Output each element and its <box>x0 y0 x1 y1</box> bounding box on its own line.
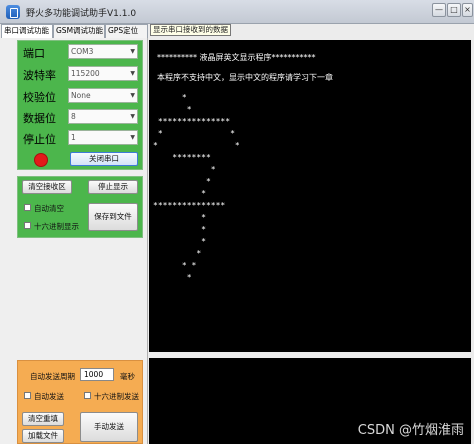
ascii-art-line: * <box>153 177 211 186</box>
chevron-down-icon: ▼ <box>130 113 135 120</box>
close-window-button[interactable]: × <box>462 3 473 17</box>
tab-serial-debug[interactable]: 串口调试功能 <box>1 24 53 39</box>
data-bits-select[interactable]: 8 ▼ <box>68 109 138 124</box>
stop-bits-value: 1 <box>71 133 76 142</box>
tab-gps[interactable]: GPS定位 <box>105 24 148 38</box>
port-label: 端口 <box>23 47 45 60</box>
ascii-art-line: ******** <box>153 153 211 162</box>
auto-clear-label: 自动清空 <box>34 204 64 213</box>
ascii-art-line: * <box>153 225 206 234</box>
ascii-art-line: * <box>153 273 192 282</box>
parity-select[interactable]: None ▼ <box>68 88 138 103</box>
port-select[interactable]: COM3 ▼ <box>68 44 138 59</box>
hex-display-label: 十六进制显示 <box>34 222 79 231</box>
ascii-art-line: * * <box>153 129 235 138</box>
stop-bits-label: 停止位 <box>23 133 56 146</box>
auto-send-period-label: 自动发送周期 <box>30 372 75 381</box>
tab-strip: 串口调试功能 GSM调试功能 GPS定位 <box>0 24 148 39</box>
port-value: COM3 <box>71 47 94 56</box>
receive-area-tooltip: 显示串口接收到的数据 <box>150 24 231 36</box>
hex-send-label: 十六进制发送 <box>94 392 139 401</box>
receive-terminal[interactable]: ********** 液晶屏英文显示程序*********** 本程序不支持中文… <box>149 40 471 352</box>
ascii-art-line: * <box>153 105 192 114</box>
terminal-info-line: 本程序不支持中文，显示中文的程序请学习下一章 <box>157 73 333 82</box>
window-title: 野火多功能调试助手V1.1.0 <box>26 9 137 19</box>
auto-send-checkbox[interactable] <box>24 392 31 399</box>
hex-send-checkbox[interactable] <box>84 392 91 399</box>
baud-select[interactable]: 115200 ▼ <box>68 66 138 81</box>
terminal-header-line: ********** 液晶屏英文显示程序*********** <box>157 53 316 62</box>
receive-settings-group: 清空接收区 停止显示 自动清空 十六进制显示 保存到文件 <box>17 176 143 238</box>
baud-value: 115200 <box>71 69 100 78</box>
ascii-art-line: * <box>153 213 206 222</box>
serial-settings-group: 端口 COM3 ▼ 波特率 115200 ▼ 校验位 None ▼ 数据位 8 ▼ 停止… <box>17 40 143 170</box>
auto-clear-checkbox[interactable] <box>24 204 31 211</box>
data-bits-label: 数据位 <box>23 112 56 125</box>
clear-send-button[interactable]: 清空重填 <box>22 412 64 426</box>
hex-display-checkbox[interactable] <box>24 222 31 229</box>
title-bar: 野火多功能调试助手V1.1.0 — □ × <box>0 0 474 24</box>
stop-bits-select[interactable]: 1 ▼ <box>68 130 138 145</box>
close-port-button[interactable]: 关闭串口 <box>70 152 138 166</box>
chevron-down-icon: ▼ <box>130 70 135 77</box>
load-file-button[interactable]: 加载文件 <box>22 429 64 443</box>
minimize-button[interactable]: — <box>432 3 446 17</box>
ascii-art-line: * * <box>153 141 240 150</box>
baud-label: 波特率 <box>23 69 56 82</box>
watermark: CSDN @竹烟淮雨 <box>357 423 464 438</box>
app-icon <box>6 5 20 19</box>
send-period-input[interactable]: 1000 <box>80 368 114 381</box>
parity-value: None <box>71 91 91 100</box>
ascii-art-line: *************** <box>153 117 231 126</box>
ascii-art-line: *************** <box>153 201 226 210</box>
stop-display-button[interactable]: 停止显示 <box>88 180 138 194</box>
ascii-art-line: * <box>153 249 202 258</box>
save-to-file-button[interactable]: 保存到文件 <box>88 203 138 231</box>
data-bits-value: 8 <box>71 112 76 121</box>
maximize-button[interactable]: □ <box>447 3 461 17</box>
chevron-down-icon: ▼ <box>130 48 135 55</box>
ascii-art-line: * <box>153 93 187 102</box>
terminal-ascii-art: * * *************** * * * * ******** * * … <box>153 92 240 284</box>
port-status-led <box>34 153 48 167</box>
chevron-down-icon: ▼ <box>130 92 135 99</box>
ascii-art-line: * * <box>153 261 197 270</box>
auto-send-label: 自动发送 <box>34 392 64 401</box>
ascii-art-line: * <box>153 165 216 174</box>
ascii-art-line: * <box>153 189 206 198</box>
period-unit-label: 毫秒 <box>120 372 135 381</box>
chevron-down-icon: ▼ <box>130 134 135 141</box>
ascii-art-line: * <box>153 237 206 246</box>
send-settings-group: 自动发送周期 1000 毫秒 自动发送 十六进制发送 清空重填 加载文件 手动发… <box>17 360 143 444</box>
clear-receive-button[interactable]: 清空接收区 <box>22 180 72 194</box>
parity-label: 校验位 <box>23 91 56 104</box>
manual-send-button[interactable]: 手动发送 <box>80 412 138 442</box>
tab-gsm-debug[interactable]: GSM调试功能 <box>53 24 105 38</box>
app-window: 野火多功能调试助手V1.1.0 — □ × 串口调试功能 GSM调试功能 GPS… <box>0 0 474 444</box>
